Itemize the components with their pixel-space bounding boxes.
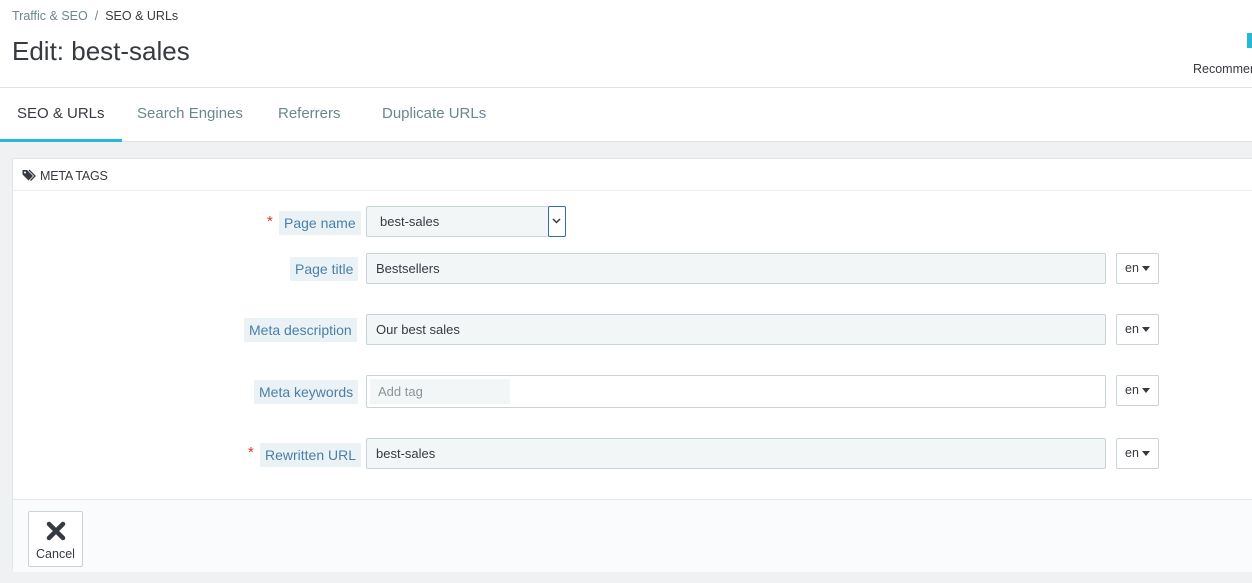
meta-description-input[interactable]: Our best sales [366, 314, 1106, 345]
language-code: en [1125, 261, 1139, 275]
rewritten-url-label: Rewritten URL [260, 443, 362, 467]
recommended-modules-button[interactable]: Recommer [1193, 62, 1252, 76]
tab-seo-urls[interactable]: SEO & URLs [0, 88, 122, 142]
cancel-label: Cancel [36, 547, 75, 561]
required-marker: * [267, 213, 273, 230]
caret-down-icon [1142, 266, 1150, 271]
breadcrumb-separator: / [94, 9, 99, 23]
panel-footer: Cancel [13, 499, 1252, 572]
page-name-selected-value: best-sales [380, 214, 440, 229]
tags-icon [22, 169, 36, 181]
page-header: Traffic & SEO / SEO & URLs Edit: best-sale… [0, 0, 1252, 88]
caret-down-icon [1142, 451, 1150, 456]
meta-description-language-selector[interactable]: en [1116, 314, 1159, 345]
page-title-input[interactable]: Bestsellers [366, 253, 1106, 284]
caret-down-icon [1142, 388, 1150, 393]
rewritten-url-language-selector[interactable]: en [1116, 438, 1159, 469]
page-name-label: Page name [279, 211, 361, 235]
tab-search-engines[interactable]: Search Engines [120, 88, 260, 142]
page-title-language-selector[interactable]: en [1116, 253, 1159, 284]
meta-keywords-tag-input[interactable]: Add tag [366, 375, 1106, 408]
language-code: en [1125, 322, 1139, 336]
tab-bar: SEO & URLs Search Engines Referrers Dupl… [0, 88, 1252, 142]
add-tag-input[interactable]: Add tag [370, 379, 510, 404]
meta-tags-panel: META TAGS * Page name best-sales Page ti… [12, 158, 1252, 572]
required-marker: * [248, 444, 254, 461]
page-title-label: Page title [290, 257, 359, 281]
chevron-down-icon[interactable] [548, 206, 566, 237]
meta-keywords-label: Meta keywords [254, 380, 359, 404]
page-title: Edit: best-sales [12, 36, 190, 66]
breadcrumb: Traffic & SEO / SEO & URLs [12, 9, 178, 23]
breadcrumb-parent-link[interactable]: Traffic & SEO [12, 9, 88, 23]
breadcrumb-current: SEO & URLs [105, 9, 179, 23]
panel-heading: META TAGS [13, 159, 1252, 191]
tab-referrers[interactable]: Referrers [261, 88, 358, 142]
cancel-button[interactable]: Cancel [28, 511, 83, 567]
meta-keywords-language-selector[interactable]: en [1116, 375, 1159, 406]
rewritten-url-input[interactable]: best-sales [366, 438, 1106, 469]
tab-duplicate-urls[interactable]: Duplicate URLs [365, 88, 503, 142]
caret-down-icon [1142, 327, 1150, 332]
close-icon [46, 521, 66, 541]
meta-description-label: Meta description [244, 318, 357, 342]
panel-heading-label: META TAGS [40, 169, 108, 183]
page-name-select[interactable]: best-sales [366, 206, 566, 237]
recommended-modules-icon[interactable] [1247, 33, 1252, 48]
language-code: en [1125, 383, 1139, 397]
language-code: en [1125, 446, 1139, 460]
